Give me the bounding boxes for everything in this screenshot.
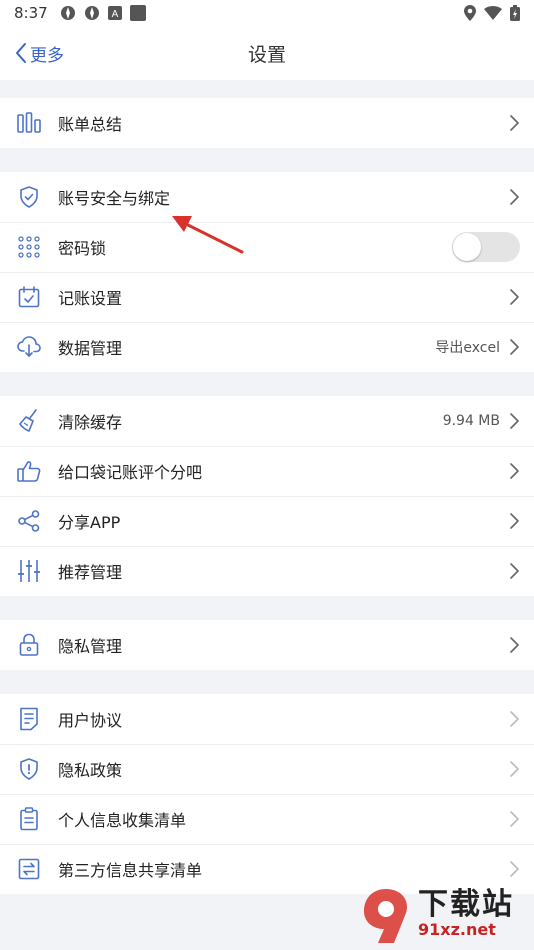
settings-item-label: 用户协议 <box>58 711 123 730</box>
settings-item-share-app[interactable]: 分享APP <box>0 496 534 546</box>
settings-item-bill-summary[interactable]: 账单总结 <box>0 98 534 148</box>
keypad-icon <box>16 234 42 260</box>
settings-item-label: 推荐管理 <box>58 563 123 582</box>
location-icon <box>464 5 476 21</box>
chevron-right-icon <box>510 563 519 579</box>
battery-icon <box>510 5 520 21</box>
watermark-url: 91xz.net <box>418 920 496 939</box>
settings-item-data-management[interactable]: 数据管理 导出excel <box>0 322 534 372</box>
settings-item-personal-info-list[interactable]: 个人信息收集清单 <box>0 794 534 844</box>
document-icon <box>16 706 42 732</box>
settings-item-bookkeeping-settings[interactable]: 记账设置 <box>0 272 534 322</box>
settings-item-label: 隐私管理 <box>58 637 123 656</box>
settings-item-label: 给口袋记账评个分吧 <box>58 463 203 482</box>
chevron-right-icon <box>510 513 519 529</box>
password-lock-toggle[interactable] <box>452 232 520 262</box>
shield-check-icon <box>16 184 42 210</box>
watermark: 下载站 91xz.net <box>358 884 528 946</box>
settings-group-privacy: 隐私管理 <box>0 620 534 670</box>
chevron-right-icon <box>510 463 519 479</box>
watermark-title: 下载站 <box>418 887 514 922</box>
cache-size-value: 9.94 MB <box>442 413 500 429</box>
chevron-right-icon <box>510 339 519 355</box>
settings-item-label: 记账设置 <box>58 289 123 308</box>
status-time: 8:37 <box>14 4 48 22</box>
chevron-right-icon <box>510 189 519 205</box>
settings-item-label: 个人信息收集清单 <box>58 811 187 830</box>
bar-chart-icon <box>16 110 42 136</box>
status-notification-icons: A <box>60 5 146 21</box>
annotation-arrow-icon <box>172 216 244 254</box>
settings-item-privacy-policy[interactable]: 隐私政策 <box>0 744 534 794</box>
settings-item-label: 第三方信息共享清单 <box>58 861 203 880</box>
settings-item-label: 清除缓存 <box>58 413 123 432</box>
chevron-left-icon <box>16 43 26 63</box>
cloud-download-icon <box>16 334 42 360</box>
chevron-right-icon <box>510 711 519 727</box>
page-title: 设置 <box>247 43 286 66</box>
sliders-icon <box>16 558 42 584</box>
settings-item-privacy-management[interactable]: 隐私管理 <box>0 620 534 670</box>
chevron-right-icon <box>510 289 519 305</box>
back-label: 更多 <box>30 45 64 66</box>
toggle-knob <box>453 233 481 261</box>
back-button[interactable]: 更多 <box>14 26 64 80</box>
chevron-right-icon <box>510 637 519 653</box>
settings-item-clear-cache[interactable]: 清除缓存 9.94 MB <box>0 396 534 446</box>
status-bar: 8:37 A <box>0 0 534 26</box>
app-notification-icon <box>84 6 99 20</box>
settings-item-label: 数据管理 <box>58 339 123 358</box>
thumbs-up-icon <box>16 458 42 484</box>
wifi-icon <box>484 6 502 20</box>
font-notification-icon: A <box>107 6 122 20</box>
chevron-right-icon <box>510 413 519 429</box>
settings-group-app: 清除缓存 9.94 MB 给口袋记账评个分吧 分享APP 推荐管理 <box>0 396 534 596</box>
settings-item-password-lock[interactable]: 密码锁 <box>0 222 534 272</box>
chevron-right-icon <box>510 811 519 827</box>
settings-group-account: 账号安全与绑定 密码锁 记账设置 数据管理 导出excel <box>0 172 534 372</box>
export-excel-value: 导出excel <box>435 340 500 356</box>
settings-item-label: 密码锁 <box>58 239 107 258</box>
exchange-icon <box>16 856 42 882</box>
lock-icon <box>16 632 42 658</box>
shield-info-icon <box>16 756 42 782</box>
watermark-logo-icon <box>364 889 408 943</box>
broom-icon <box>16 408 42 434</box>
settings-item-rate-app[interactable]: 给口袋记账评个分吧 <box>0 446 534 496</box>
chevron-right-icon <box>510 861 519 877</box>
settings-item-label: 账号安全与绑定 <box>58 189 171 208</box>
settings-group-summary: 账单总结 <box>0 98 534 148</box>
settings-item-user-agreement[interactable]: 用户协议 <box>0 694 534 744</box>
nav-bar: 更多 设置 <box>0 26 534 80</box>
settings-item-label: 账单总结 <box>58 115 123 134</box>
settings-item-account-security[interactable]: 账号安全与绑定 <box>0 172 534 222</box>
clipboard-icon <box>16 806 42 832</box>
share-icon <box>16 508 42 534</box>
chevron-right-icon <box>510 115 519 131</box>
app-notification-icon <box>60 6 75 20</box>
settings-item-label: 分享APP <box>58 513 121 532</box>
calendar-check-icon <box>16 284 42 310</box>
svg-text:A: A <box>111 9 118 20</box>
settings-item-recommend-management[interactable]: 推荐管理 <box>0 546 534 596</box>
chevron-right-icon <box>510 761 519 777</box>
settings-group-legal: 用户协议 隐私政策 个人信息收集清单 第三方信息共享清单 <box>0 694 534 894</box>
square-notification-icon <box>129 5 146 21</box>
settings-item-label: 隐私政策 <box>58 761 123 780</box>
